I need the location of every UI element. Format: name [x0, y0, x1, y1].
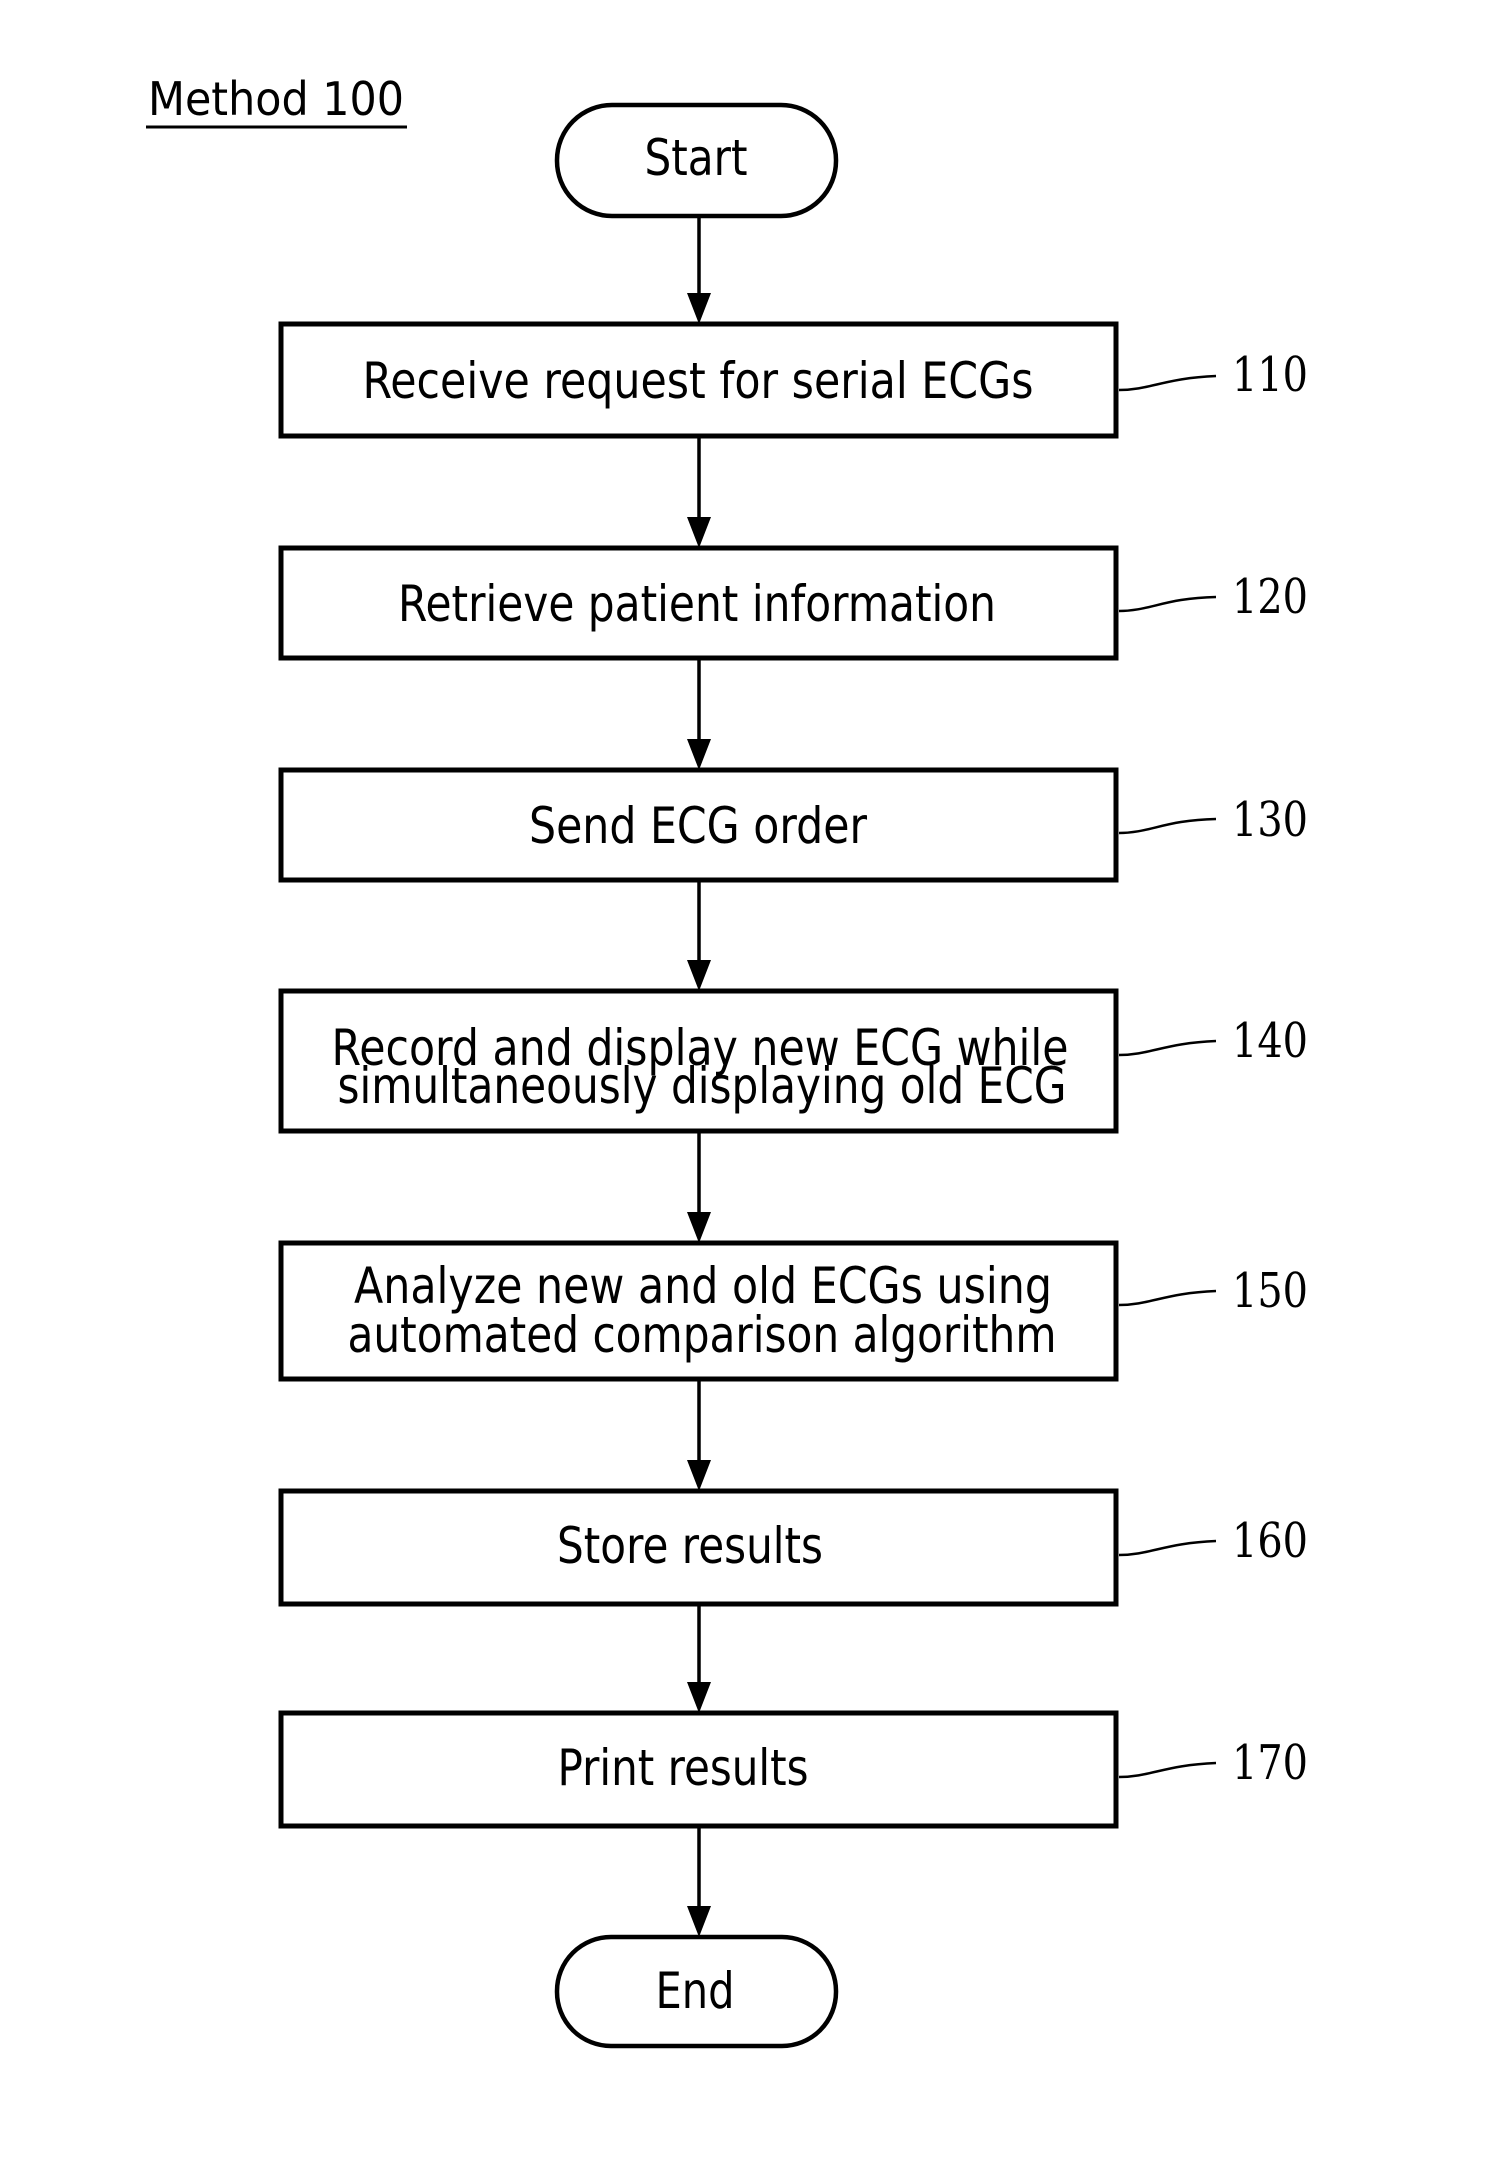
step-170-label: Print results	[558, 1739, 809, 1797]
step-120-label: Retrieve patient information	[398, 575, 996, 633]
step-110: Receive request for serial ECGs 110	[278, 321, 1308, 439]
method-title-text: Method 100	[148, 72, 404, 126]
step-160-label: Store results	[557, 1517, 823, 1575]
step-110-leader-line	[1118, 374, 1217, 392]
arrowhead-icon-120-to-130	[687, 739, 711, 770]
start-terminal: Start	[554, 102, 839, 219]
step-110-reference-number: 110	[1232, 347, 1308, 403]
step-120: Retrieve patient information 120	[278, 545, 1308, 661]
step-170-reference-number: 170	[1232, 1735, 1308, 1791]
arrowhead-icon-160-to-170	[687, 1682, 711, 1713]
step-130-label: Send ECG order	[529, 797, 867, 855]
step-130-leader-line	[1118, 817, 1217, 835]
step-160-reference-number: 160	[1232, 1513, 1308, 1569]
arrowhead-icon-140-to-150	[687, 1212, 711, 1243]
arrowhead-icon-start-to-110	[687, 293, 711, 324]
step-170: Print results 170	[278, 1710, 1308, 1829]
end-terminal: End	[554, 1934, 839, 2049]
method-title: Method 100	[146, 72, 407, 129]
step-140: Record and display new ECG while simulta…	[278, 988, 1308, 1134]
step-150-reference-number: 150	[1232, 1263, 1308, 1319]
step-120-reference-number: 120	[1232, 569, 1308, 625]
flowchart-diagram: Method 100 Start Receive request for ser…	[146, 72, 1308, 2049]
step-150-label-line-2: automated comparison algorithm	[348, 1306, 1057, 1364]
step-140-leader-line	[1118, 1039, 1217, 1057]
end-terminal-label: End	[656, 1962, 735, 2020]
step-140-reference-number: 140	[1232, 1013, 1308, 1069]
arrowhead-icon-170-to-end	[687, 1906, 711, 1937]
step-140-label-line-2: simultaneously displaying old ECG	[338, 1057, 1067, 1115]
step-160: Store results 160	[278, 1488, 1308, 1607]
step-150: Analyze new and old ECGs using automated…	[278, 1240, 1308, 1382]
arrowhead-icon-130-to-140	[687, 960, 711, 991]
step-130-reference-number: 130	[1232, 792, 1308, 848]
arrowhead-icon-110-to-120	[687, 517, 711, 548]
arrowhead-icon-150-to-160	[687, 1460, 711, 1491]
step-120-leader-line	[1118, 595, 1217, 613]
step-160-leader-line	[1118, 1539, 1217, 1557]
step-170-leader-line	[1118, 1761, 1217, 1779]
step-130: Send ECG order 130	[278, 767, 1308, 883]
step-150-leader-line	[1118, 1289, 1217, 1307]
step-110-label: Receive request for serial ECGs	[363, 352, 1034, 410]
start-terminal-label: Start	[645, 129, 748, 187]
